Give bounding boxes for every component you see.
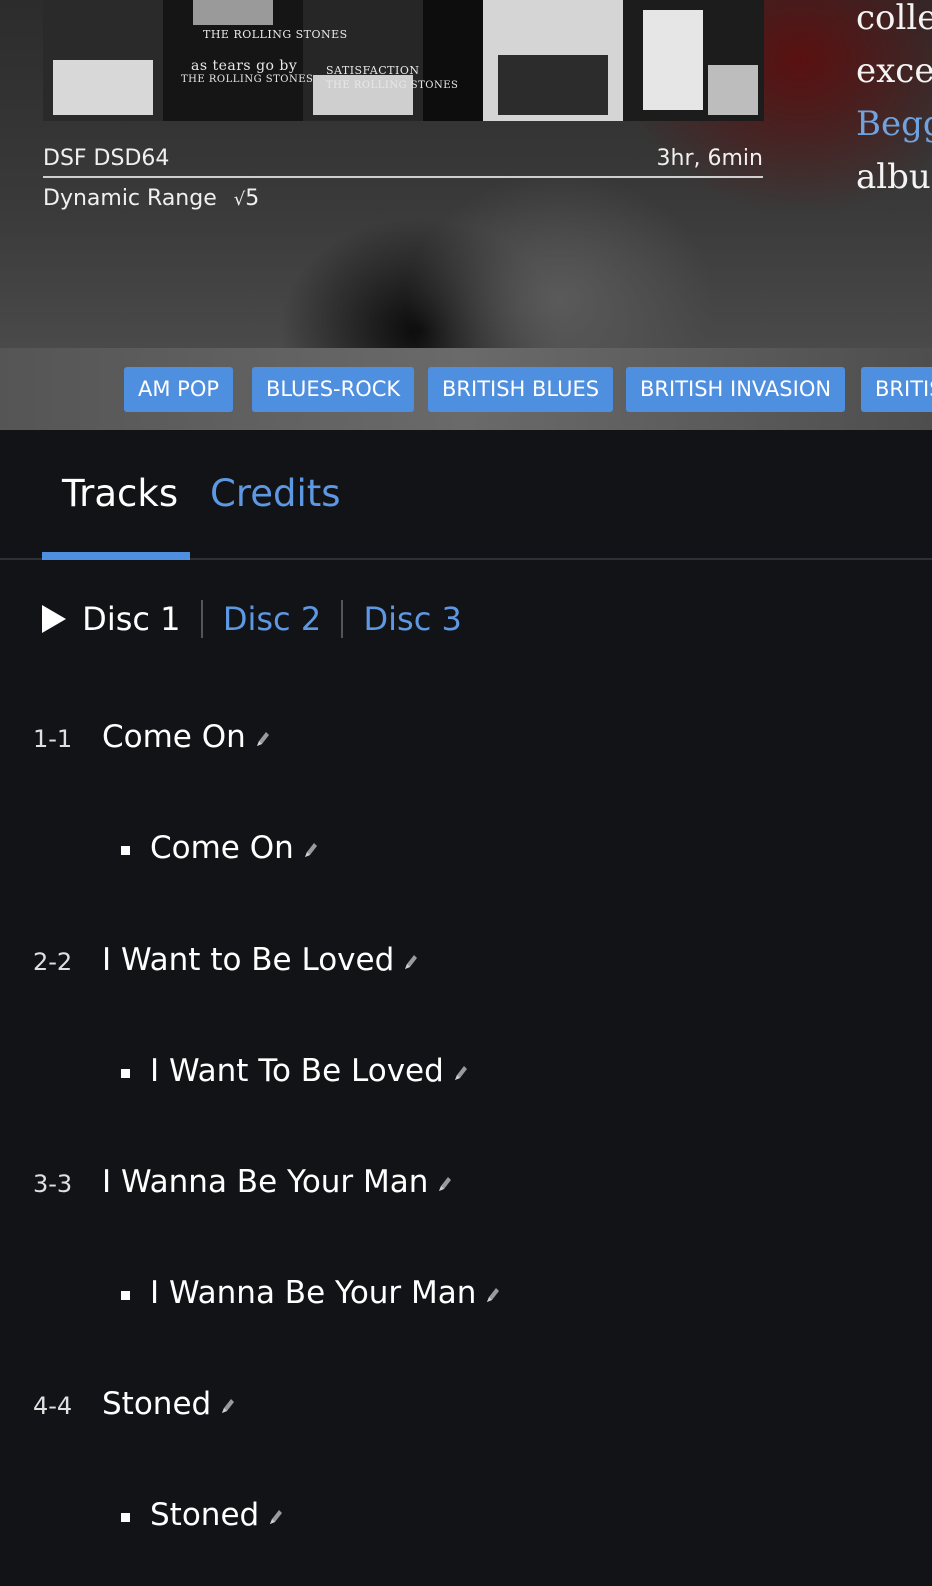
work-title: I Wanna Be Your Man [150,1275,502,1311]
disc-selector: Disc 1 Disc 2 Disc 3 [42,598,462,642]
cover-caption: THE ROLLING STONES [326,80,459,91]
disc-divider [341,600,344,638]
cover-caption: THE ROLLING STONES [181,74,314,85]
dynamic-range: Dynamic Range √5 [43,186,259,211]
play-icon[interactable] [42,605,66,633]
disc-1-tab[interactable]: Disc 1 [82,600,180,638]
bullet [121,1291,130,1300]
description-link[interactable]: Begg [856,98,932,151]
work-title-text: Come On [150,830,294,866]
waveform-icon: √ [233,189,246,210]
work-title-text: I Want To Be Loved [150,1053,444,1089]
genre-tag[interactable]: AM POP [124,367,234,412]
bullet [121,1513,130,1522]
track-row[interactable]: 4-4 Stoned [0,1382,932,1432]
pencil-icon[interactable] [254,729,272,749]
dynamic-range-label: Dynamic Range [43,186,217,211]
pencil-icon[interactable] [219,1396,237,1416]
cover-caption: THE ROLLING STONES [203,28,348,41]
work-title: Come On [150,830,320,866]
track-title-text: Come On [102,719,246,755]
tab-tracks[interactable]: Tracks [62,472,178,515]
pencil-icon[interactable] [436,1174,454,1194]
track-number: 3-3 [33,1170,73,1198]
track-number: 2-2 [33,948,73,976]
disc-2-tab[interactable]: Disc 2 [223,600,321,638]
track-title: Come On [102,719,272,755]
pencil-icon[interactable] [484,1285,502,1305]
work-row[interactable]: I Want To Be Loved [0,1049,932,1099]
audio-format: DSF DSD64 [43,146,170,171]
track-row[interactable]: 1-1 Come On [0,715,932,765]
album-cover[interactable]: THE ROLLING STONES as tears go by THE RO… [43,0,764,121]
description-line: albu [856,157,931,197]
work-row[interactable]: Come On [0,826,932,876]
description-line: exce [856,51,932,91]
pencil-icon[interactable] [267,1507,285,1527]
track-title: Stoned [102,1386,237,1422]
cover-caption: as tears go by [191,58,298,74]
album-header: THE ROLLING STONES as tears go by THE RO… [0,0,932,348]
genre-bar: AM POP BLUES-ROCK BRITISH BLUES BRITISH … [0,348,932,430]
work-title: Stoned [150,1497,285,1533]
genre-tag[interactable]: BRITIS [861,367,932,412]
genre-tag[interactable]: BRITISH BLUES [428,367,614,412]
track-title-text: I Want to Be Loved [102,942,395,978]
track-title: I Wanna Be Your Man [102,1164,454,1200]
disc-divider [200,600,203,638]
track-row[interactable]: 2-2 I Want to Be Loved [0,938,932,988]
cover-caption: SATISFACTION [326,64,420,77]
track-title-text: Stoned [102,1386,212,1422]
bullet [121,1069,130,1078]
track-number: 1-1 [33,725,73,753]
tab-credits[interactable]: Credits [210,472,341,515]
dynamic-range-value: 5 [245,186,260,211]
track-number: 4-4 [33,1392,73,1420]
track-row[interactable]: 3-3 I Wanna Be Your Man [0,1160,932,1210]
pencil-icon[interactable] [302,840,320,860]
genre-tag[interactable]: BLUES-ROCK [252,367,415,412]
tab-bar: Tracks Credits [0,430,932,560]
disc-3-tab[interactable]: Disc 3 [364,600,462,638]
track-title: I Want to Be Loved [102,942,420,978]
work-title: I Want To Be Loved [150,1053,470,1089]
active-tab-indicator [42,552,190,560]
description-line: colle [856,0,932,38]
work-row[interactable]: I Wanna Be Your Man [0,1271,932,1321]
format-row: DSF DSD64 3hr, 6min [43,144,763,178]
album-duration: 3hr, 6min [656,146,763,171]
work-title-text: Stoned [150,1497,260,1533]
work-row[interactable]: Stoned [0,1493,932,1543]
pencil-icon[interactable] [452,1063,470,1083]
work-title-text: I Wanna Be Your Man [150,1275,477,1311]
album-description: colle exce Begg albu [856,0,932,204]
bullet [121,846,130,855]
genre-tag[interactable]: BRITISH INVASION [626,367,846,412]
pencil-icon[interactable] [402,952,420,972]
track-title-text: I Wanna Be Your Man [102,1164,429,1200]
